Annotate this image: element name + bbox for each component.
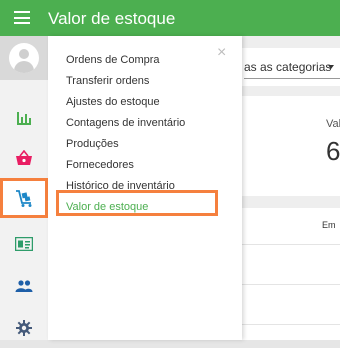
- sidebar-item-inventory[interactable]: [0, 178, 48, 218]
- caret-down-icon[interactable]: [328, 65, 334, 69]
- sidebar-item-employees[interactable]: [0, 266, 48, 306]
- menu-item-productions[interactable]: Produções: [66, 138, 119, 150]
- menu-item-suppliers[interactable]: Fornecedores: [66, 159, 134, 171]
- basket-icon: [16, 150, 32, 165]
- menu-item-transfer-orders[interactable]: Transferir ordens: [66, 75, 149, 87]
- menu-item-purchase-orders[interactable]: Ordens de Compra: [66, 54, 160, 66]
- summary-value: 6: [326, 136, 340, 166]
- inventory-cart-icon: [16, 190, 32, 207]
- select-underline: [244, 78, 340, 79]
- sidebar-item-analytics[interactable]: [0, 98, 48, 138]
- menu-item-stock-adjustments[interactable]: Ajustes do estoque: [66, 96, 160, 108]
- summary-label: Val: [326, 118, 340, 130]
- page-title: Valor de estoque: [48, 9, 176, 28]
- hamburger-icon[interactable]: [14, 11, 30, 24]
- gear-icon: [16, 320, 32, 336]
- menu-item-inventory-counts[interactable]: Contagens de inventário: [66, 117, 185, 129]
- sidebar-item-settings[interactable]: [0, 308, 48, 348]
- close-icon[interactable]: ×: [217, 45, 226, 61]
- sidebar-item-sales[interactable]: [0, 138, 48, 178]
- menu-item-inventory-valuation[interactable]: Valor de estoque: [66, 201, 148, 213]
- user-avatar-icon: [9, 43, 39, 73]
- category-select[interactable]: as as categorias: [244, 60, 331, 74]
- list-column-header: Em: [322, 220, 336, 230]
- inventory-menu: × Ordens de Compra Transferir ordens Aju…: [48, 36, 242, 340]
- people-icon: [15, 280, 33, 292]
- avatar[interactable]: [0, 36, 48, 80]
- analytics-icon: [17, 112, 31, 125]
- sidebar-item-customers[interactable]: [0, 224, 48, 264]
- id-card-icon: [15, 237, 33, 251]
- app-header: Valor de estoque: [0, 0, 340, 36]
- sidebar: [0, 36, 48, 340]
